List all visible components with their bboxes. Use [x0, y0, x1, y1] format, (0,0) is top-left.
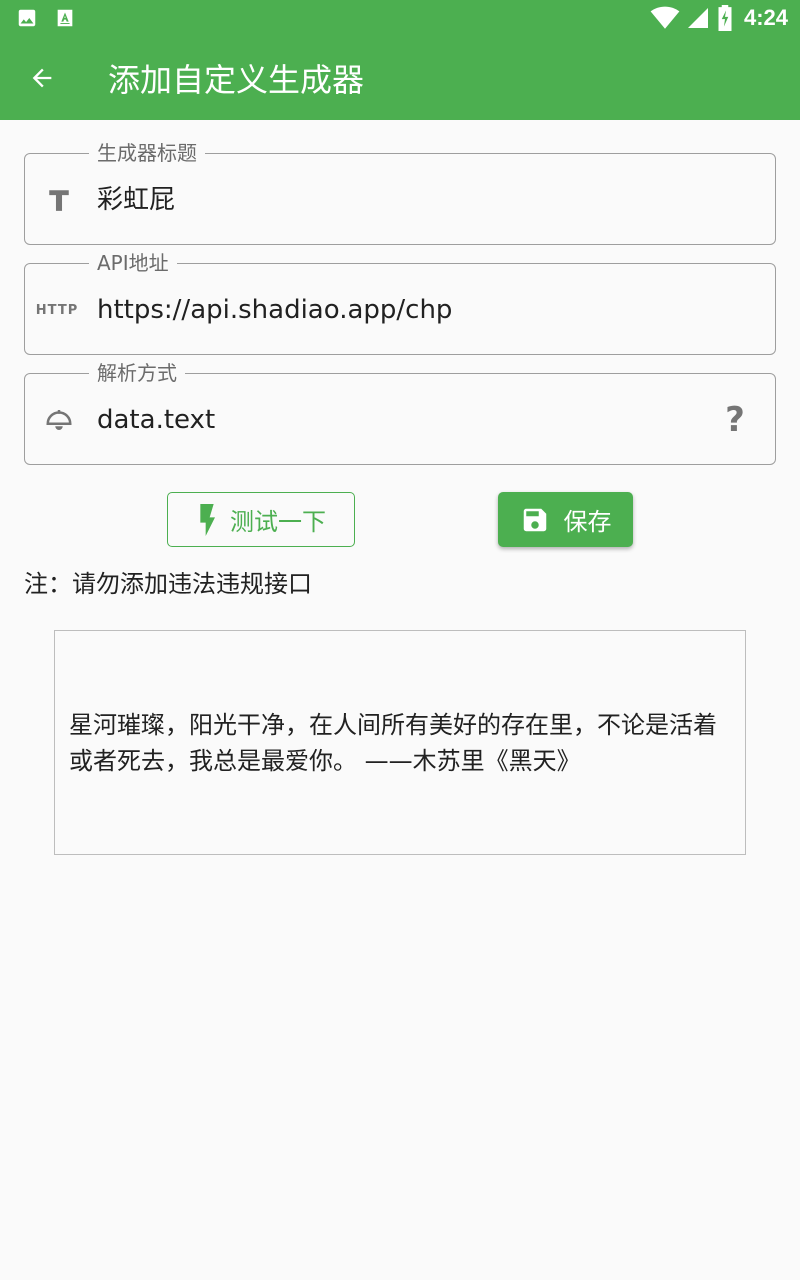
app-store-icon — [57, 9, 73, 27]
title-field[interactable]: 生成器标题 彩虹屁 — [24, 140, 776, 245]
wifi-icon — [650, 6, 680, 29]
parse-field-value: data.text — [97, 405, 216, 435]
signal-icon — [687, 8, 708, 28]
arrow-back-icon — [32, 68, 52, 88]
warning-note: 注：请勿添加违法违规接口 — [24, 570, 312, 598]
title-field-value: 彩虹屁 — [97, 185, 176, 215]
bell-icon — [39, 400, 79, 440]
status-time: 4:24 — [743, 5, 788, 30]
api-field-value: https://api.shadiao.app/chp — [97, 295, 453, 325]
back-button[interactable] — [20, 56, 64, 100]
flash-icon — [200, 503, 215, 536]
parse-field-label: 解析方式 — [89, 360, 185, 386]
test-button-label: 测试一下 — [230, 508, 326, 536]
parse-field[interactable]: 解析方式 data.text ? — [24, 360, 776, 465]
status-bar: 4:24 — [0, 0, 800, 36]
save-button[interactable]: 保存 — [498, 492, 633, 547]
save-icon — [523, 508, 546, 531]
help-icon[interactable]: ? — [717, 398, 753, 442]
app-bar: 添加自定义生成器 — [0, 36, 800, 120]
test-button[interactable]: 测试一下 — [167, 492, 355, 547]
api-field-label: API地址 — [89, 250, 177, 276]
text-icon — [39, 180, 79, 220]
result-box: 星河璀璨，阳光干净，在人间所有美好的存在里，不论是活着或者死去，我总是最爱你。 … — [54, 630, 746, 855]
api-field[interactable]: API地址 HTTP https://api.shadiao.app/chp — [24, 250, 776, 355]
save-button-label: 保存 — [563, 508, 612, 536]
image-icon — [18, 9, 36, 27]
result-text: 星河璀璨，阳光干净，在人间所有美好的存在里，不论是活着或者死去，我总是最爱你。 … — [69, 711, 717, 775]
page-title: 添加自定义生成器 — [108, 61, 365, 99]
http-icon: HTTP — [35, 302, 79, 318]
battery-charging-icon — [718, 5, 732, 31]
title-field-label: 生成器标题 — [89, 140, 205, 166]
